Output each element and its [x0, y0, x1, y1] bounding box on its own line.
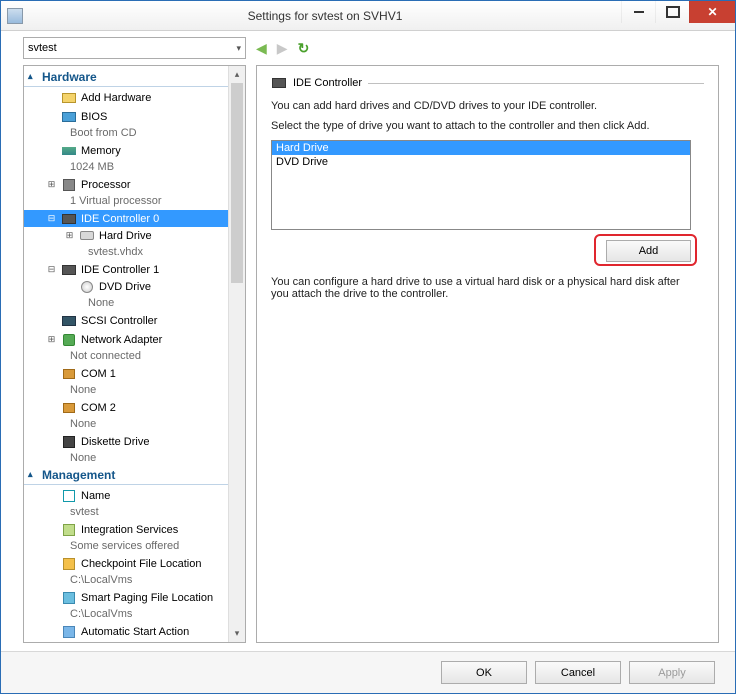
settings-tree-panel: Hardware Add Hardware BIOS Boot from CD	[23, 65, 246, 643]
panel-intro-text: You can add hard drives and CD/DVD drive…	[271, 100, 704, 112]
tree-chk-sub: C:\LocalVms	[24, 572, 228, 587]
memory-icon	[62, 147, 76, 155]
expand-icon[interactable]: ⊞	[46, 179, 57, 190]
tree-ide1-dvd-sub: None	[24, 295, 228, 310]
apply-button[interactable]: Apply	[629, 661, 715, 684]
ok-button[interactable]: OK	[441, 661, 527, 684]
bios-icon	[62, 112, 76, 122]
processor-icon	[63, 179, 75, 191]
drive-type-list[interactable]: Hard Drive DVD Drive	[271, 140, 691, 230]
window-title: Settings for svtest on SVHV1	[29, 9, 621, 23]
tree-auto-start-action[interactable]: Automatic Start Action	[24, 623, 228, 640]
tree-auto-sub: Restart if previously running	[24, 640, 228, 642]
body: Hardware Add Hardware BIOS Boot from CD	[1, 65, 735, 651]
tree-memory-sub: 1024 MB	[24, 159, 228, 174]
scroll-up-icon[interactable]: ▴	[229, 66, 245, 83]
collapse-icon[interactable]: ⊟	[46, 264, 57, 275]
add-button[interactable]: Add	[606, 240, 691, 262]
refresh-button[interactable]: ↻	[298, 40, 310, 57]
tree-processor-sub: 1 Virtual processor	[24, 193, 228, 208]
add-hardware-icon	[62, 93, 76, 103]
settings-tree: Hardware Add Hardware BIOS Boot from CD	[24, 66, 228, 642]
chevron-down-icon: ▾	[236, 43, 241, 54]
section-hardware[interactable]: Hardware	[24, 68, 228, 87]
scroll-thumb[interactable]	[231, 83, 243, 283]
checkpoint-icon	[63, 558, 75, 570]
auto-start-icon	[63, 626, 75, 638]
app-icon	[7, 8, 23, 24]
minimize-button[interactable]	[621, 1, 655, 23]
detail-panel: IDE Controller You can add hard drives a…	[256, 65, 719, 643]
drive-option-hard-drive[interactable]: Hard Drive	[272, 141, 690, 155]
integration-icon	[63, 524, 75, 536]
tree-com1[interactable]: COM 1	[24, 365, 228, 382]
tree-network-sub: Not connected	[24, 348, 228, 363]
cancel-button[interactable]: Cancel	[535, 661, 621, 684]
tree-smart-sub: C:\LocalVms	[24, 606, 228, 621]
tree-bios[interactable]: BIOS	[24, 108, 228, 125]
panel-title: IDE Controller	[293, 77, 362, 89]
expand-icon[interactable]: ⊞	[64, 230, 75, 241]
tree-name[interactable]: Name	[24, 487, 228, 504]
tree-bios-sub: Boot from CD	[24, 125, 228, 140]
tree-checkpoint-location[interactable]: Checkpoint File Location	[24, 555, 228, 572]
tree-ide-controller-1[interactable]: ⊟ IDE Controller 1	[24, 261, 228, 278]
tree-add-hardware[interactable]: Add Hardware	[24, 89, 228, 106]
dvd-icon	[81, 281, 93, 293]
close-button[interactable]	[689, 1, 735, 23]
tree-ide0-hdd-sub: svtest.vhdx	[24, 244, 228, 259]
smart-paging-icon	[63, 592, 75, 604]
panel-config-note: You can configure a hard drive to use a …	[271, 276, 691, 300]
panel-select-prompt: Select the type of drive you want to att…	[271, 120, 704, 132]
tree-name-sub: svtest	[24, 504, 228, 519]
vm-selector-value: svtest	[28, 42, 57, 54]
tree-integ-sub: Some services offered	[24, 538, 228, 553]
tree-processor[interactable]: ⊞ Processor	[24, 176, 228, 193]
nav-forward-button[interactable]: ▶	[277, 40, 288, 57]
scroll-down-icon[interactable]: ▾	[229, 625, 245, 642]
ide-icon	[272, 78, 286, 88]
ide-icon	[62, 265, 76, 275]
tree-ide-controller-0[interactable]: ⊟ IDE Controller 0	[24, 210, 228, 227]
tree-network-adapter[interactable]: ⊞ Network Adapter	[24, 331, 228, 348]
tree-diskette-drive[interactable]: Diskette Drive	[24, 433, 228, 450]
com-port-icon	[63, 369, 75, 379]
tree-ide1-dvd-drive[interactable]: DVD Drive	[24, 278, 228, 295]
titlebar: Settings for svtest on SVHV1	[1, 1, 735, 31]
drive-option-dvd-drive[interactable]: DVD Drive	[272, 155, 690, 169]
name-icon	[63, 490, 75, 502]
settings-window: Settings for svtest on SVHV1 svtest ▾ ◀ …	[0, 0, 736, 694]
floppy-icon	[63, 436, 75, 448]
hard-drive-icon	[80, 231, 94, 240]
network-icon	[63, 334, 75, 346]
ide-icon	[62, 214, 76, 224]
toolbar: svtest ▾ ◀ ▶ ↻	[1, 31, 735, 65]
scsi-icon	[62, 316, 76, 326]
tree-com2[interactable]: COM 2	[24, 399, 228, 416]
tree-scsi-controller[interactable]: SCSI Controller	[24, 312, 228, 329]
com-port-icon	[63, 403, 75, 413]
tree-ide0-hard-drive[interactable]: ⊞ Hard Drive	[24, 227, 228, 244]
collapse-icon[interactable]: ⊟	[46, 213, 57, 224]
tree-smart-paging-location[interactable]: Smart Paging File Location	[24, 589, 228, 606]
tree-integration-services[interactable]: Integration Services	[24, 521, 228, 538]
tree-floppy-sub: None	[24, 450, 228, 465]
section-management[interactable]: Management	[24, 466, 228, 485]
nav-back-button[interactable]: ◀	[256, 40, 267, 57]
panel-header: IDE Controller	[271, 76, 704, 90]
vm-selector[interactable]: svtest ▾	[23, 37, 246, 59]
tree-com2-sub: None	[24, 416, 228, 431]
expand-icon[interactable]: ⊞	[46, 334, 57, 345]
dialog-footer: OK Cancel Apply	[1, 651, 735, 693]
maximize-button[interactable]	[655, 1, 689, 23]
tree-memory[interactable]: Memory	[24, 142, 228, 159]
tree-scrollbar[interactable]: ▴ ▾	[228, 66, 245, 642]
tree-com1-sub: None	[24, 382, 228, 397]
